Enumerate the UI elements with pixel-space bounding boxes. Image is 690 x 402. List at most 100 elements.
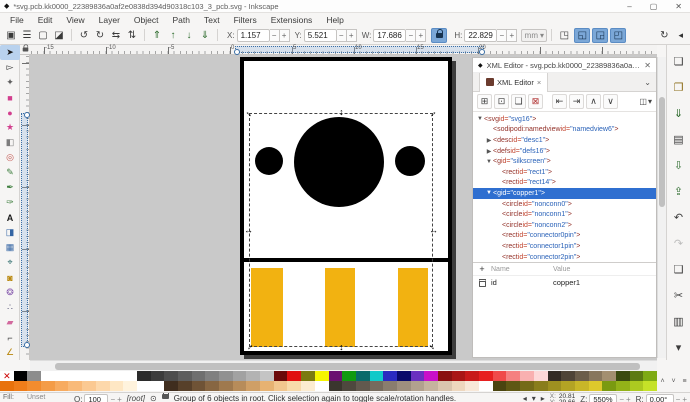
rotation-increment[interactable]: +	[682, 395, 687, 402]
palette-scroll-down[interactable]: ˅	[671, 378, 675, 385]
palette-swatch[interactable]	[68, 381, 83, 391]
palette-swatch[interactable]	[136, 381, 151, 391]
flip-vertical-button[interactable]: ⇅	[124, 28, 140, 43]
palette-swatch[interactable]	[629, 371, 644, 381]
xml-tree-node-rect14[interactable]: <rect id= "rect14" >	[473, 178, 656, 189]
palette-swatch[interactable]	[410, 371, 425, 381]
indent-node-button[interactable]: ⇥	[569, 94, 584, 109]
copy-button[interactable]: ❑	[669, 256, 689, 282]
palette-swatch[interactable]	[355, 381, 370, 391]
duplicate-node-button[interactable]: ❏	[511, 94, 526, 109]
selection-handle-middle-right[interactable]: ↔	[429, 226, 438, 235]
canvas-horizontal-scrollbar[interactable]	[30, 360, 657, 371]
palette-swatch[interactable]	[561, 381, 575, 391]
menu-item-extensions[interactable]: Extensions	[264, 15, 320, 25]
rotate-ccw-button[interactable]: ↺	[76, 28, 92, 43]
palette-swatch[interactable]	[191, 371, 206, 381]
palette-swatch[interactable]	[547, 371, 562, 381]
print-button[interactable]: ▤	[669, 126, 689, 152]
palette-swatch[interactable]	[0, 381, 14, 391]
palette-swatch[interactable]	[328, 381, 343, 391]
palette-swatch[interactable]	[287, 381, 302, 391]
maximize-button[interactable]: ▢	[650, 2, 658, 11]
x-decrement[interactable]: −	[269, 28, 280, 42]
rotate-cw-button[interactable]: ↻	[92, 28, 108, 43]
palette-swatch[interactable]	[465, 381, 480, 391]
y-decrement[interactable]: −	[336, 28, 347, 42]
xml-tree-node-desc1[interactable]: ▶ <desc id= "desc1" >	[473, 135, 656, 146]
selection-handle-middle-left[interactable]: ↔	[244, 226, 253, 235]
scale-corners-toggle[interactable]: ◱	[574, 27, 591, 43]
palette-swatch[interactable]	[314, 371, 329, 381]
w-increment[interactable]: +	[416, 28, 427, 42]
cut-button[interactable]: ✂	[669, 282, 689, 308]
vertical-ruler[interactable]	[20, 55, 30, 360]
xml-tree-node-connector1pin[interactable]: <rect id= "connector1pin" >	[473, 241, 656, 252]
palette-swatch[interactable]	[123, 371, 137, 381]
palette-swatch[interactable]	[246, 381, 261, 391]
palette-swatch[interactable]	[492, 371, 507, 381]
xml-tree-node-nonconn2[interactable]: <circle id= "nonconn2" >	[473, 220, 656, 231]
new-document-button[interactable]: ❏	[669, 48, 689, 74]
palette-swatch[interactable]	[150, 371, 165, 381]
palette-swatch[interactable]	[164, 371, 178, 381]
palette-swatch[interactable]	[479, 381, 493, 391]
mesh-tool[interactable]: ▦	[0, 240, 20, 255]
unindent-node-button[interactable]: ⇤	[552, 94, 567, 109]
tabstrip-menu-icon[interactable]: ⌄	[644, 78, 656, 87]
tab-close-icon[interactable]: ×	[537, 78, 541, 87]
palette-swatch[interactable]	[164, 381, 178, 391]
palette-swatch[interactable]	[95, 381, 110, 391]
palette-swatch[interactable]	[232, 381, 247, 391]
ellipse-tool[interactable]: ●	[0, 105, 20, 120]
export-button[interactable]: ⇪	[669, 178, 689, 204]
xml-tree-node-svg16[interactable]: ▼ <svg id= "svg16" >	[473, 114, 656, 125]
palette-swatch[interactable]	[82, 381, 96, 391]
menu-item-file[interactable]: File	[3, 15, 31, 25]
scale-pattern-toggle[interactable]: ◰	[610, 27, 627, 43]
palette-swatch[interactable]	[273, 381, 288, 391]
palette-menu[interactable]: ≡	[682, 378, 686, 385]
palette-swatch[interactable]	[424, 381, 438, 391]
palette-swatch[interactable]	[520, 381, 534, 391]
menu-item-object[interactable]: Object	[127, 15, 166, 25]
pencil-tool[interactable]: ✎	[0, 165, 20, 180]
collapse-toolbar-icon[interactable]: ◂	[678, 30, 683, 41]
delete-node-button[interactable]: ⊠	[528, 94, 543, 109]
move-node-down-button[interactable]: ∨	[603, 94, 618, 109]
expander-open-icon[interactable]: ▼	[485, 159, 493, 165]
palette-swatch[interactable]	[588, 381, 603, 391]
xml-tree-node-copper1[interactable]: ▼ <g id= "copper1" >	[473, 188, 656, 199]
fill-stroke-indicator[interactable]: Fill: Unset Stroke: Unset 0.353	[3, 394, 69, 402]
paste-button[interactable]: ▥	[669, 308, 689, 334]
h-decrement[interactable]: −	[497, 28, 508, 42]
move-node-up-button[interactable]: ∧	[586, 94, 601, 109]
flip-horizontal-button[interactable]: ⇆	[108, 28, 124, 43]
horizontal-ruler[interactable]: -15 -10 -5 0 5 10 15 20	[30, 45, 657, 55]
canvas-vertical-scrollbar[interactable]	[657, 57, 666, 358]
palette-swatch[interactable]	[191, 381, 206, 391]
attribute-row[interactable]: id copper1	[473, 276, 656, 289]
scrollbar-thumb[interactable]	[55, 363, 640, 370]
import-button[interactable]: ⇩	[669, 152, 689, 178]
minimize-button[interactable]: –	[627, 2, 631, 11]
palette-swatch[interactable]	[136, 371, 151, 381]
palette-swatch[interactable]	[574, 371, 589, 381]
measure-tool[interactable]: ∠	[0, 345, 20, 360]
y-input[interactable]: 5.521	[303, 28, 337, 42]
select-all-button[interactable]: ▣	[3, 28, 19, 43]
y-increment[interactable]: +	[346, 28, 357, 42]
menu-item-path[interactable]: Path	[165, 15, 197, 25]
palette-swatch[interactable]	[109, 381, 124, 391]
palette-swatch[interactable]	[219, 371, 233, 381]
palette-swatch[interactable]	[424, 371, 438, 381]
menu-item-view[interactable]: View	[59, 15, 91, 25]
palette-swatch[interactable]	[301, 371, 315, 381]
palette-swatch[interactable]	[383, 371, 397, 381]
palette-swatch[interactable]	[342, 371, 356, 381]
xml-tree-node-rect1[interactable]: <rect id= "rect1" >	[473, 167, 656, 178]
palette-swatch[interactable]	[615, 371, 630, 381]
open-document-button[interactable]: ❐	[669, 74, 689, 100]
palette-swatch[interactable]	[451, 371, 466, 381]
palette-scroll-up[interactable]: ˄	[660, 378, 664, 385]
